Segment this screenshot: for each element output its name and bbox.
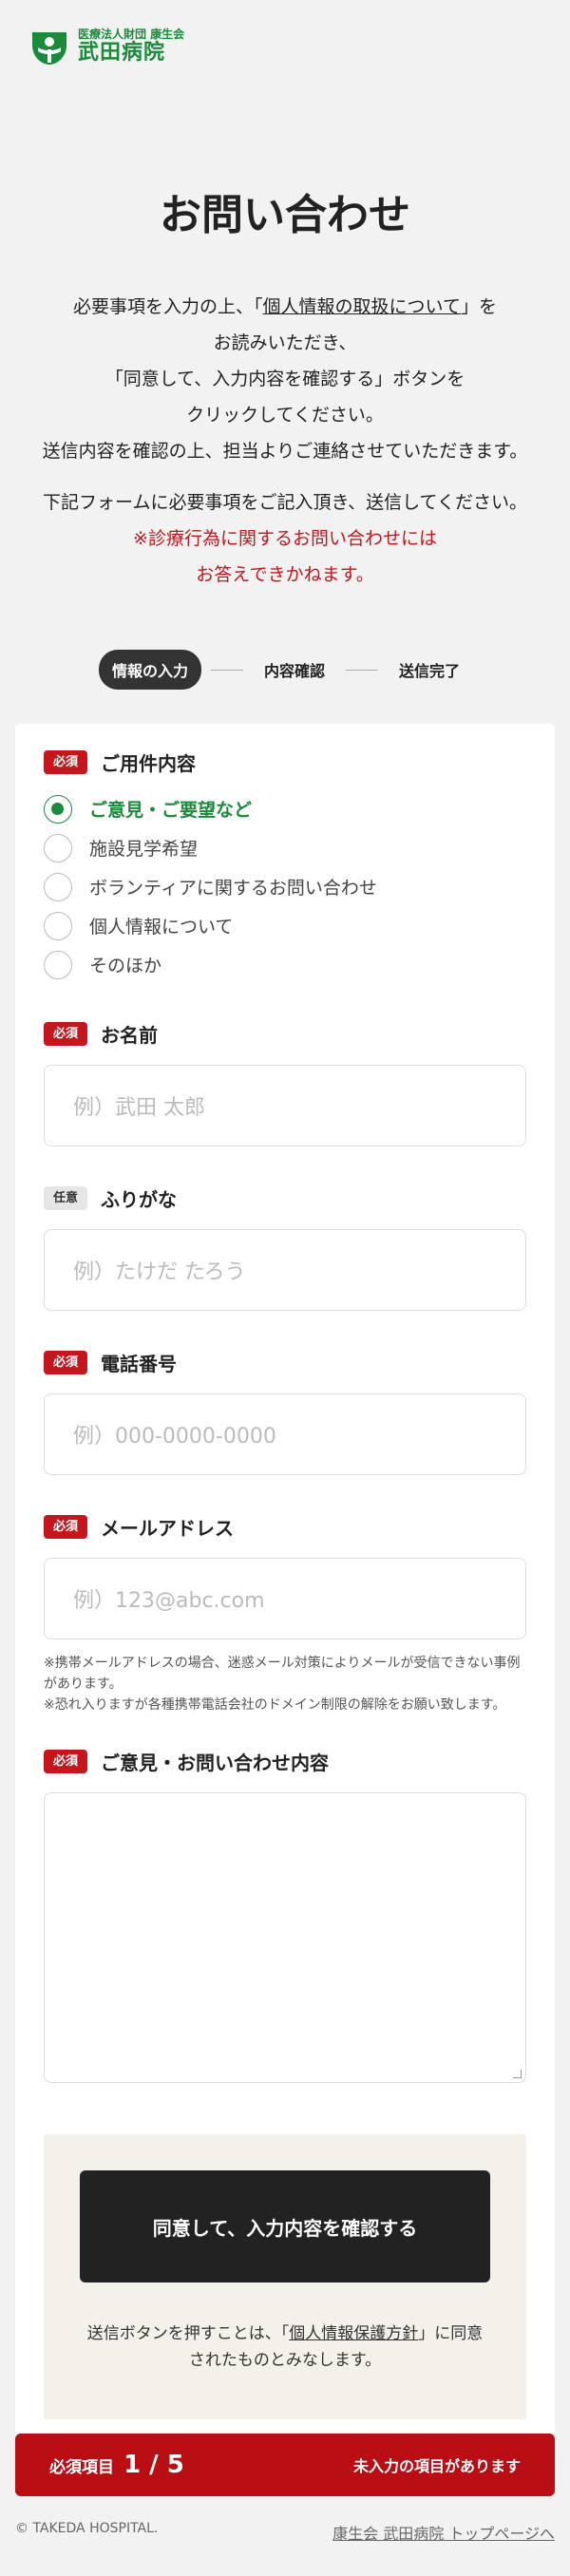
top-page-link[interactable]: 康生会 武田病院 トップページへ bbox=[332, 2521, 555, 2544]
inquiry-type-label: 必須 ご用件内容 bbox=[44, 748, 526, 776]
consent-text: 送信ボタンを押すことは、「個人情報保護方針」に同意されたものとみなします。 bbox=[80, 2320, 490, 2374]
required-badge: 必須 bbox=[44, 1351, 88, 1374]
field-label-text: メールアドレス bbox=[101, 1517, 235, 1540]
field-label-text: 電話番号 bbox=[101, 1353, 178, 1375]
email-note-1: ※携帯メールアドレスの場合、迷惑メール対策によりメールが受信できない事例がありま… bbox=[44, 1656, 521, 1692]
status-count: 1 / 5 bbox=[124, 2451, 184, 2479]
furigana-input[interactable]: 例）たけだ たろう bbox=[44, 1229, 526, 1311]
phone-label: 必須 電話番号 bbox=[44, 1349, 526, 1376]
form-notice: 下記フォームに必要事項をご記入頂き、送信してください。 ※診療行為に関するお問い… bbox=[0, 484, 570, 593]
radio-label: ご意見・ご要望など bbox=[89, 800, 253, 821]
progress-steps: 情報の入力 内容確認 送信完了 bbox=[0, 650, 570, 690]
radio-button[interactable] bbox=[44, 911, 72, 940]
site-logo[interactable]: 医療法人財団 康生会 武田病院 bbox=[28, 27, 184, 66]
intro-text-1: 必要事項を入力の上、「 bbox=[73, 296, 263, 317]
step-input: 情報の入力 bbox=[98, 650, 201, 690]
field-label-text: ご用件内容 bbox=[101, 752, 197, 775]
message-label: 必須 ご意見・お問い合わせ内容 bbox=[44, 1748, 526, 1775]
radio-option[interactable]: 個人情報について bbox=[44, 906, 526, 945]
privacy-policy-link[interactable]: 個人情報保護方針 bbox=[289, 2324, 418, 2343]
copyright: © TAKEDA HOSPITAL. bbox=[15, 2521, 159, 2536]
field-label-text: ふりがな bbox=[101, 1188, 178, 1211]
status-label: 必須項目 bbox=[49, 2458, 114, 2477]
logo-subtitle: 医療法人財団 康生会 bbox=[78, 28, 185, 42]
name-label: 必須 お名前 bbox=[44, 1020, 526, 1048]
radio-button[interactable] bbox=[44, 794, 72, 824]
consent-text-1: 送信ボタンを押すことは、「 bbox=[86, 2324, 290, 2343]
email-note-2: ※恐れ入りますが各種携帯電話会社のドメイン制限の解除をお願い致します。 bbox=[44, 1697, 506, 1713]
required-badge: 必須 bbox=[44, 1515, 88, 1539]
intro-text-6: 送信内容を確認の上、担当よりご連絡させていただきます。 bbox=[42, 441, 528, 462]
confirm-section: 同意して、入力内容を確認する 送信ボタンを押すことは、「個人情報保護方針」に同意… bbox=[44, 2134, 526, 2419]
logo-title: 武田病院 bbox=[78, 40, 166, 65]
field-label-text: ご意見・お問い合わせ内容 bbox=[101, 1752, 330, 1774]
status-message: 未入力の項目があります bbox=[352, 2457, 521, 2475]
step-complete: 送信完了 bbox=[399, 662, 461, 680]
warning-text-1: ※診療行為に関するお問い合わせには bbox=[133, 528, 437, 549]
agree-confirm-button[interactable]: 同意して、入力内容を確認する bbox=[80, 2170, 490, 2282]
warning-text-2: お答えできかねます。 bbox=[196, 564, 374, 585]
required-status-bar: 必須項目 1 / 5 未入力の項目があります bbox=[15, 2434, 555, 2496]
intro-text: 必要事項を入力の上、「個人情報の取扱について」を お読みいただき、 「同意して、… bbox=[0, 289, 570, 469]
page-title: お問い合わせ bbox=[160, 191, 410, 239]
radio-label: そのほか bbox=[89, 956, 162, 976]
site-footer: © TAKEDA HOSPITAL. 康生会 武田病院 トップページへ bbox=[15, 2521, 555, 2544]
step-divider bbox=[346, 669, 378, 671]
notice-text: 下記フォームに必要事項をご記入頂き、送信してください。 bbox=[43, 492, 527, 513]
radio-option[interactable]: ボランティアに関するお問い合わせ bbox=[44, 867, 526, 906]
intro-text-4: 「同意して、入力内容を確認する」ボタンを bbox=[104, 369, 466, 389]
radio-button[interactable] bbox=[44, 950, 72, 979]
radio-button[interactable] bbox=[44, 833, 72, 862]
inquiry-type-radio-group: ご意見・ご要望など 施設見学希望 ボランティアに関するお問い合わせ 個人情報につ… bbox=[44, 789, 526, 984]
intro-text-2: 」を bbox=[460, 296, 497, 317]
email-input[interactable]: 例）123@abc.com bbox=[44, 1558, 526, 1639]
name-input[interactable]: 例）武田 太郎 bbox=[44, 1065, 526, 1146]
radio-label: 個人情報について bbox=[89, 917, 234, 938]
field-label-text: お名前 bbox=[101, 1024, 159, 1047]
step-divider bbox=[210, 669, 243, 671]
required-badge: 必須 bbox=[44, 750, 88, 774]
intro-text-5: クリックしてください。 bbox=[186, 405, 384, 426]
phone-input[interactable]: 例）000-0000-0000 bbox=[44, 1393, 526, 1475]
radio-option[interactable]: そのほか bbox=[44, 945, 526, 984]
message-textarea[interactable] bbox=[44, 1792, 526, 2083]
site-header: 医療法人財団 康生会 武田病院 bbox=[0, 0, 570, 95]
radio-label: 施設見学希望 bbox=[89, 839, 199, 860]
privacy-handling-link[interactable]: 個人情報の取扱について bbox=[263, 296, 461, 317]
email-label: 必須 メールアドレス bbox=[44, 1513, 526, 1541]
furigana-label: 任意 ふりがな bbox=[44, 1184, 526, 1212]
optional-badge: 任意 bbox=[44, 1186, 88, 1210]
radio-button[interactable] bbox=[44, 872, 72, 901]
radio-option[interactable]: ご意見・ご要望など bbox=[44, 789, 526, 828]
radio-option[interactable]: 施設見学希望 bbox=[44, 828, 526, 867]
contact-form: 必須 ご用件内容 ご意見・ご要望など 施設見学希望 ボランティアに関するお問い合… bbox=[15, 724, 555, 2434]
step-confirm: 内容確認 bbox=[263, 662, 325, 680]
hospital-logo-icon bbox=[32, 32, 66, 65]
intro-text-3: お読みいただき、 bbox=[213, 332, 357, 353]
required-badge: 必須 bbox=[44, 1750, 88, 1773]
radio-label: ボランティアに関するお問い合わせ bbox=[89, 878, 377, 899]
required-badge: 必須 bbox=[44, 1022, 88, 1046]
email-note: ※携帯メールアドレスの場合、迷惑メール対策によりメールが受信できない事例がありま… bbox=[44, 1653, 526, 1715]
